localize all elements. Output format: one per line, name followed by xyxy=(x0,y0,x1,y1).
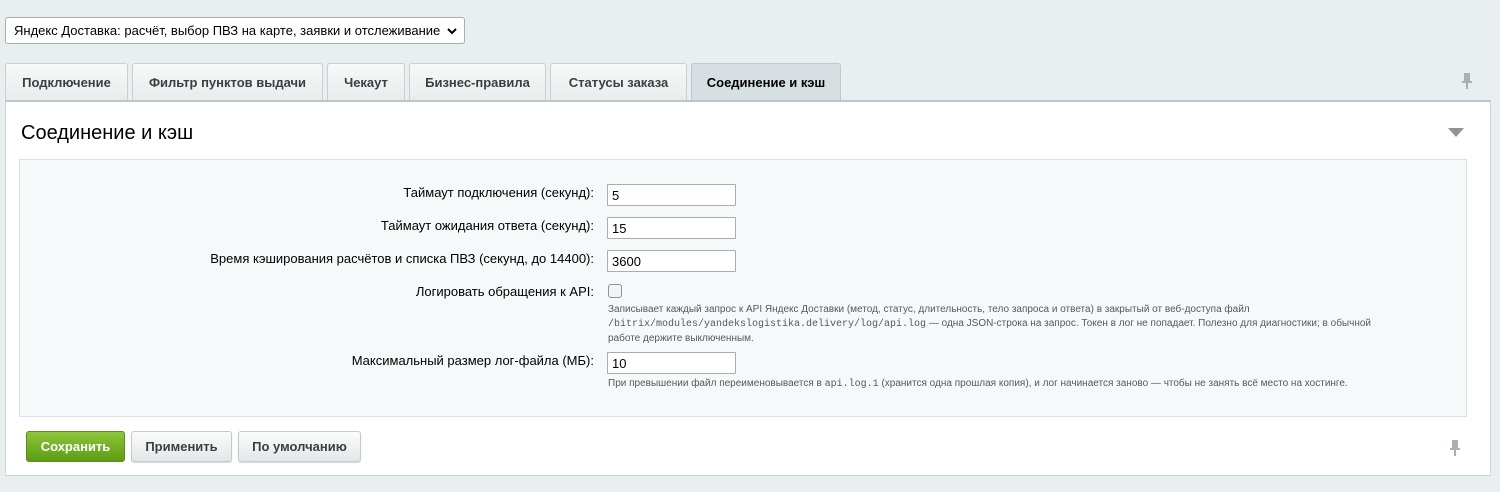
log-api-hint-line2: /bitrix/modules/yandekslogistika.deliver… xyxy=(608,317,1438,332)
log-api-hint: Записывает каждый запрос к API Яндекс До… xyxy=(608,303,1438,346)
cache-time-input[interactable] xyxy=(607,250,736,272)
tab-label: Соединение и кэш xyxy=(706,74,826,90)
tab-connection-cache[interactable]: Соединение и кэш xyxy=(691,63,841,100)
max-log-size-label: Максимальный размер лог-файла (МБ): xyxy=(351,353,594,368)
tab-checkout[interactable]: Чекаут xyxy=(327,63,405,100)
cache-time-label: Время кэширования расчётов и списка ПВЗ … xyxy=(210,251,594,266)
log-api-hint-line1: Записывает каждый запрос к API Яндекс До… xyxy=(608,304,1250,315)
tab-order-statuses[interactable]: Статусы заказа xyxy=(550,63,687,100)
pin-icon[interactable] xyxy=(1449,439,1461,457)
response-timeout-label: Таймаут ожидания ответа (секунд): xyxy=(380,218,594,233)
module-select[interactable]: Яндекс Доставка: расчёт, выбор ПВЗ на ка… xyxy=(5,17,465,44)
tab-label: Фильтр пунктов выдачи xyxy=(148,74,307,90)
settings-panel: Соединение и кэш Таймаут подключения (се… xyxy=(5,100,1491,476)
chevron-down-icon xyxy=(447,27,457,34)
log-api-hint-line2-rest: — одна JSON-строка на запрос. Токен в ло… xyxy=(926,318,1371,329)
tab-label: Бизнес-правила xyxy=(425,74,530,90)
apply-button[interactable]: Применить xyxy=(131,431,232,462)
log-path: /bitrix/modules/yandekslogistika.deliver… xyxy=(608,319,927,330)
max-log-size-hint-pre: При превышении файл переименовывается в xyxy=(608,378,825,389)
log-backup-file: api.log.1 xyxy=(824,379,879,390)
form-area: Таймаут подключения (секунд): Таймаут ож… xyxy=(19,159,1467,417)
tab-label: Чекаут xyxy=(344,74,388,90)
log-api-label: Логировать обращения к API: xyxy=(415,284,594,299)
tab-label: Статусы заказа xyxy=(568,74,669,90)
log-api-hint-line3: работе держите выключенным. xyxy=(608,333,754,344)
save-button[interactable]: Сохранить xyxy=(26,431,125,462)
connect-timeout-label: Таймаут подключения (секунд): xyxy=(403,185,594,200)
response-timeout-input[interactable] xyxy=(607,217,736,239)
panel-title: Соединение и кэш xyxy=(21,122,194,144)
max-log-size-hint: При превышении файл переименовывается в … xyxy=(608,377,1438,392)
tab-connection[interactable]: Подключение xyxy=(5,63,128,100)
max-log-size-hint-post: (хранится одна прошлая копия), и лог нач… xyxy=(878,378,1348,389)
tab-pickup-filter[interactable]: Фильтр пунктов выдачи xyxy=(132,63,323,100)
tab-business-rules[interactable]: Бизнес-правила xyxy=(409,63,546,100)
tab-label: Подключение xyxy=(22,74,111,90)
collapse-arrow-icon[interactable] xyxy=(1448,128,1464,137)
pin-icon[interactable] xyxy=(1461,72,1473,90)
connect-timeout-input[interactable] xyxy=(607,184,736,206)
max-log-size-input[interactable] xyxy=(607,352,736,374)
defaults-button[interactable]: По умолчанию xyxy=(238,431,361,462)
tab-bar: Подключение Фильтр пунктов выдачи Чекаут… xyxy=(5,63,845,100)
module-select-value: Яндекс Доставка: расчёт, выбор ПВЗ на ка… xyxy=(14,23,441,38)
log-api-checkbox[interactable] xyxy=(608,284,622,298)
